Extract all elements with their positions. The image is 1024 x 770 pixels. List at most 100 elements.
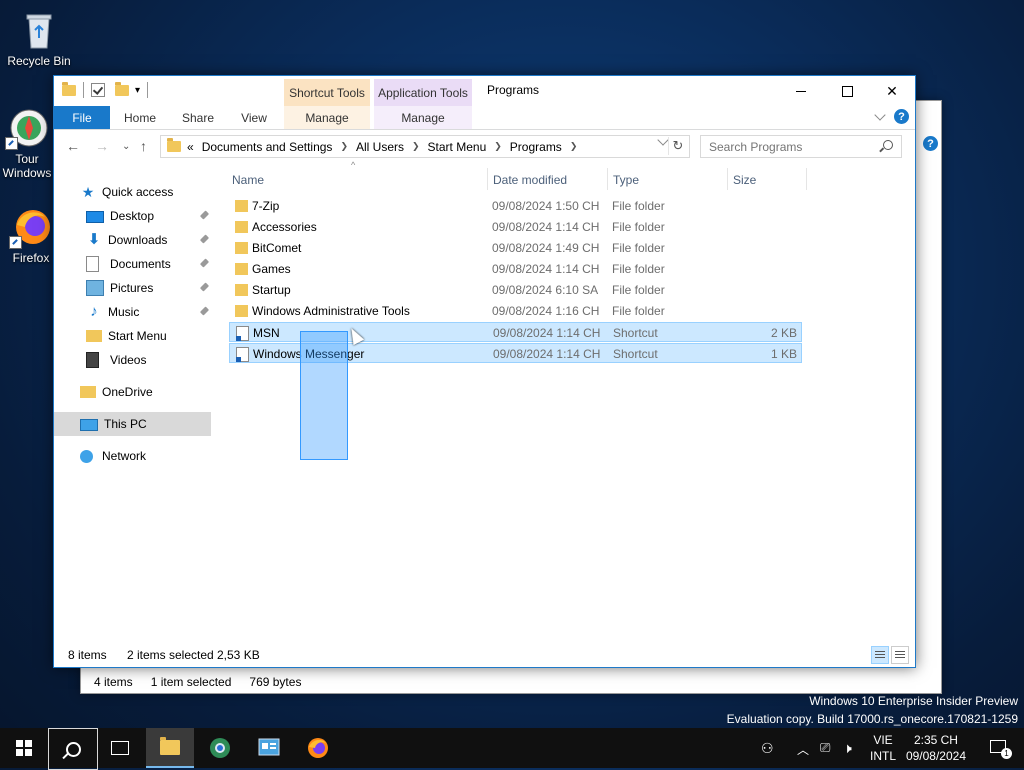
search-input[interactable]: [701, 136, 881, 157]
tab-manage-shortcut[interactable]: Manage: [284, 106, 370, 129]
maximize-button[interactable]: [824, 76, 870, 106]
breadcrumb-overflow[interactable]: «: [187, 140, 194, 154]
nav-start-menu[interactable]: Start Menu: [54, 324, 211, 348]
desktop-icon-tour-windows[interactable]: Tour Windows: [0, 106, 58, 180]
help-icon[interactable]: ?: [894, 109, 909, 124]
address-bar[interactable]: « Documents and Settings ❯ All Users ❯ S…: [160, 134, 690, 158]
nav-desktop[interactable]: Desktop: [54, 204, 211, 228]
column-header-name[interactable]: Name: [232, 168, 264, 192]
column-header-type[interactable]: Type: [613, 168, 639, 192]
people-icon[interactable]: ⚇: [761, 740, 774, 757]
breadcrumb-chevron-icon[interactable]: ❯: [412, 141, 420, 152]
column-header-size[interactable]: Size: [733, 168, 756, 192]
show-hidden-icons-chevron-icon[interactable]: ︿: [797, 741, 809, 758]
refresh-icon[interactable]: ↻: [668, 137, 687, 155]
network-status-icon[interactable]: ⎚: [820, 740, 830, 756]
computer-icon: [80, 418, 98, 431]
file-row[interactable]: Startup 09/08/2024 6:10 SA File folder: [229, 280, 802, 300]
explorer-window[interactable]: ▾ Shortcut Tools Application Tools Progr…: [53, 75, 916, 668]
customize-toolbar-chevron-icon[interactable]: ▾: [135, 85, 140, 96]
pin-icon[interactable]: [199, 306, 210, 316]
nav-item-label: Documents: [110, 257, 171, 271]
pin-icon[interactable]: [199, 258, 210, 268]
pin-icon[interactable]: [199, 282, 210, 292]
nav-item-label: This PC: [104, 417, 147, 431]
status-size: 2,53 KB: [217, 648, 260, 662]
nav-documents[interactable]: Documents: [54, 252, 211, 276]
nav-item-label: Music: [108, 305, 140, 319]
breadcrumb-chevron-icon[interactable]: ❯: [340, 141, 348, 152]
recycle-bin-icon: [17, 8, 61, 52]
nav-videos[interactable]: Videos: [54, 348, 211, 372]
taskbar-firefox[interactable]: [294, 728, 342, 768]
nav-pictures[interactable]: Pictures: [54, 276, 211, 300]
column-divider[interactable]: [727, 168, 728, 190]
nav-this-pc[interactable]: This PC: [54, 412, 211, 436]
up-arrow-icon[interactable]: ↑: [140, 138, 147, 154]
nav-item-label: Quick access: [102, 185, 174, 199]
nav-item-label: Pictures: [110, 281, 154, 295]
file-size: 1 KB: [770, 347, 797, 361]
minimize-button[interactable]: [778, 76, 824, 106]
search-icon[interactable]: [883, 140, 893, 150]
taskbar-search-button[interactable]: [48, 728, 98, 770]
help-icon[interactable]: ?: [923, 136, 938, 151]
large-icons-view-button[interactable]: [891, 646, 909, 664]
start-button[interactable]: [0, 728, 48, 768]
taskbar-file-explorer[interactable]: [146, 728, 194, 768]
nav-quick-access[interactable]: ★ Quick access: [54, 180, 211, 204]
close-button[interactable]: ✕: [869, 76, 915, 106]
file-row[interactable]: BitComet 09/08/2024 1:49 CH File folder: [229, 238, 802, 258]
folder-icon: [235, 284, 248, 296]
nav-network[interactable]: Network: [54, 444, 211, 468]
tab-home[interactable]: Home: [112, 106, 168, 129]
file-name: 7-Zip: [252, 199, 280, 213]
desktop-icon-recycle-bin[interactable]: Recycle Bin: [1, 8, 77, 68]
expand-ribbon-chevron-icon[interactable]: [874, 109, 886, 121]
breadcrumb-all-users[interactable]: All Users: [356, 140, 404, 154]
column-divider[interactable]: [487, 168, 488, 190]
nav-downloads[interactable]: ⬇ Downloads: [54, 228, 211, 252]
column-header-date-modified[interactable]: Date modified: [493, 168, 567, 192]
nav-music[interactable]: ♪ Music: [54, 300, 211, 324]
back-arrow-icon[interactable]: ←: [66, 138, 80, 154]
nav-onedrive[interactable]: OneDrive: [54, 380, 211, 404]
music-note-icon: ♪: [90, 303, 98, 320]
navigation-bar: ← → ⌄ ↑ « Documents and Settings ❯ All U…: [54, 130, 915, 162]
details-view-button[interactable]: [871, 646, 889, 664]
breadcrumb-chevron-icon[interactable]: ❯: [494, 141, 502, 152]
volume-muted-icon[interactable]: 🕨: [843, 740, 852, 757]
app-window-icon: [258, 738, 280, 756]
pin-icon[interactable]: [199, 210, 210, 220]
breadcrumb-programs[interactable]: Programs: [510, 140, 562, 154]
tab-file[interactable]: File: [54, 106, 110, 129]
breadcrumb-start-menu[interactable]: Start Menu: [428, 140, 487, 154]
title-bar[interactable]: ▾ Shortcut Tools Application Tools Progr…: [54, 76, 915, 106]
breadcrumb-documents-and-settings[interactable]: Documents and Settings: [202, 140, 333, 154]
ribbon-tabs: File Home Share View Manage Manage ?: [54, 106, 915, 130]
tab-manage-application[interactable]: Manage: [374, 106, 472, 129]
pin-icon[interactable]: [199, 234, 210, 244]
notification-count-badge: 1: [1001, 748, 1012, 759]
properties-icon[interactable]: [91, 83, 105, 97]
tab-share[interactable]: Share: [170, 106, 226, 129]
clock[interactable]: 2:35 CH 09/08/2024: [906, 732, 966, 764]
file-row[interactable]: 7-Zip 09/08/2024 1:50 CH File folder: [229, 196, 802, 216]
column-divider[interactable]: [607, 168, 608, 190]
file-row[interactable]: Accessories 09/08/2024 1:14 CH File fold…: [229, 217, 802, 237]
file-row[interactable]: Games 09/08/2024 1:14 CH File folder: [229, 259, 802, 279]
task-view-button[interactable]: [96, 728, 144, 768]
tab-view[interactable]: View: [226, 106, 282, 129]
input-language-indicator[interactable]: VIE INTL: [870, 732, 896, 764]
column-divider[interactable]: [806, 168, 807, 190]
search-box[interactable]: [700, 135, 902, 158]
file-row[interactable]: Windows Administrative Tools 09/08/2024 …: [229, 301, 802, 321]
breadcrumb-chevron-icon[interactable]: ❯: [570, 141, 578, 152]
forward-arrow-icon[interactable]: →: [95, 138, 109, 154]
new-folder-icon[interactable]: [115, 81, 129, 96]
taskbar-browser[interactable]: [196, 728, 244, 768]
file-name: BitComet: [252, 241, 302, 255]
taskbar-app[interactable]: [245, 728, 293, 768]
recent-locations-chevron-icon[interactable]: ⌄: [122, 141, 130, 152]
address-history-chevron-icon[interactable]: [657, 134, 669, 146]
